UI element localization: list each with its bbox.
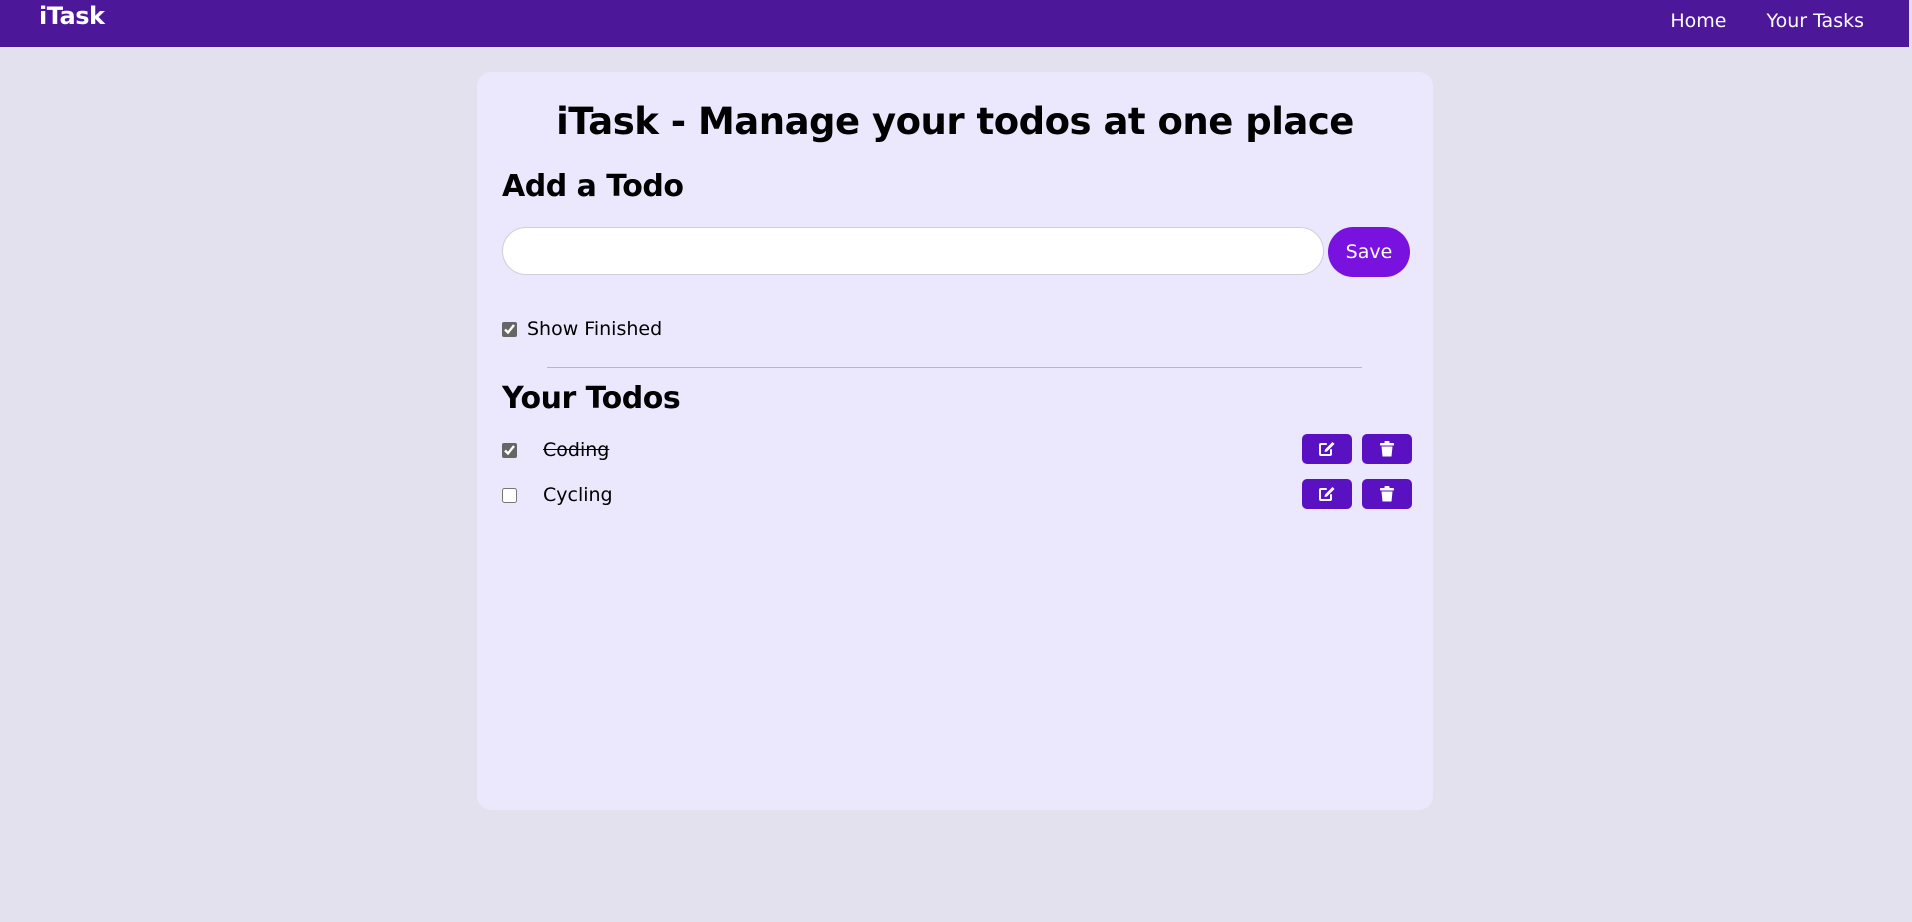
nav-link-your-tasks[interactable]: Your Tasks [1766,10,1864,32]
navbar: iTask Home Your Tasks [0,0,1909,47]
todo-item: Coding [502,434,1415,479]
nav-link-home[interactable]: Home [1670,10,1726,32]
show-finished-checkbox[interactable] [502,321,517,337]
edit-button[interactable] [1302,479,1352,509]
page-title: iTask - Manage your todos at one place [556,100,1354,143]
show-finished-label: Show Finished [527,318,663,340]
todo-checkbox[interactable] [502,488,517,503]
todo-list: Coding Cycling [502,434,1415,524]
brand-logo[interactable]: iTask [39,2,105,30]
todo-actions [1302,434,1412,464]
delete-button[interactable] [1362,479,1412,509]
todo-text: Coding [543,439,610,461]
trash-icon [1380,441,1394,457]
edit-button[interactable] [1302,434,1352,464]
show-finished-toggle[interactable]: Show Finished [502,318,662,340]
todo-text: Cycling [543,484,613,506]
todo-checkbox[interactable] [502,443,517,458]
edit-icon [1318,441,1336,457]
divider [547,367,1362,368]
add-todo-heading: Add a Todo [502,169,684,204]
delete-button[interactable] [1362,434,1412,464]
todo-actions [1302,479,1412,509]
todo-item: Cycling [502,479,1415,524]
your-todos-heading: Your Todos [502,381,681,416]
trash-icon [1380,486,1394,502]
edit-icon [1318,486,1336,502]
todo-input[interactable] [502,227,1324,275]
nav-links: Home Your Tasks [1670,10,1864,32]
save-button[interactable]: Save [1328,227,1410,277]
todo-card: iTask - Manage your todos at one place A… [477,72,1433,810]
